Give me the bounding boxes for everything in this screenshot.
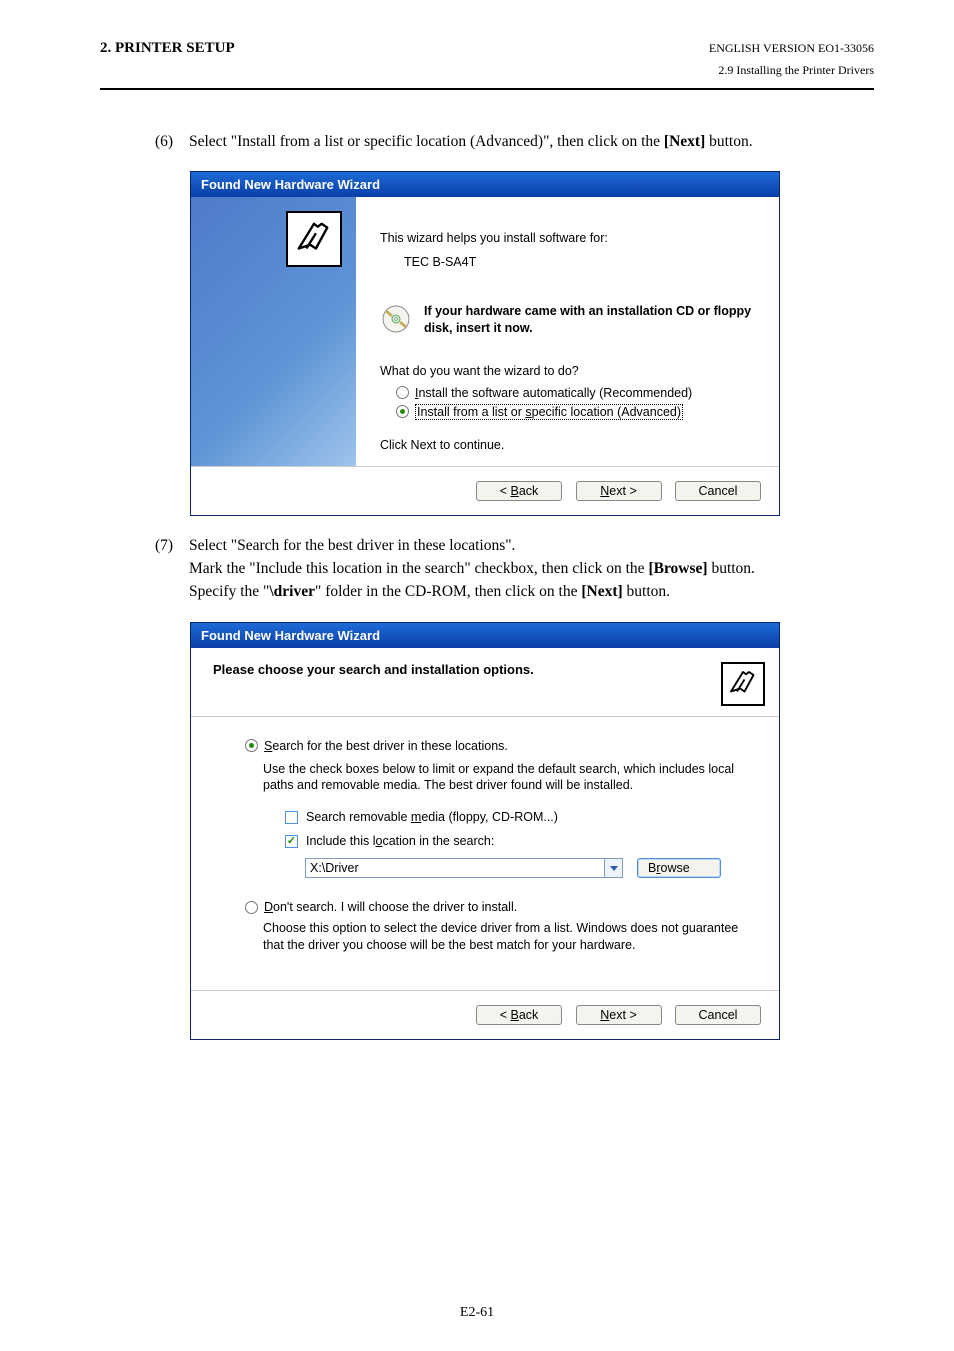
radio-dont-search-help: Choose this option to select the device …	[263, 920, 749, 954]
dialog1-intro: This wizard helps you install software f…	[380, 231, 755, 245]
dialog2-heading: Please choose your search and installati…	[213, 662, 534, 677]
radio-install-auto[interactable]: Install the software automatically (Reco…	[396, 386, 755, 400]
radio-install-advanced[interactable]: Install from a list or specific location…	[396, 404, 755, 420]
dialog-found-new-hardware-1: Found New Hardware Wizard This wizard he…	[190, 171, 780, 516]
hardware-icon	[286, 211, 342, 267]
dialog1-cd-text: If your hardware came with an installati…	[424, 303, 755, 336]
page-number: E2-61	[0, 1305, 954, 1321]
chevron-down-icon[interactable]	[605, 858, 623, 878]
step-6-text: Select "Install from a list or specific …	[189, 130, 874, 153]
step-6-number: (6)	[155, 130, 189, 153]
radio-icon	[245, 901, 258, 914]
dialog1-side-graphic	[191, 197, 356, 466]
dialog-found-new-hardware-2: Found New Hardware Wizard Please choose …	[190, 622, 780, 1041]
dialog2-titlebar: Found New Hardware Wizard	[191, 623, 779, 648]
checkbox-include-location[interactable]: ✓ Include this location in the search:	[285, 834, 749, 848]
browse-button[interactable]: Browse	[637, 858, 721, 878]
step-7-number: (7)	[155, 534, 189, 604]
step-6: (6) Select "Install from a list or speci…	[155, 130, 874, 153]
dialog1-question: What do you want the wizard to do?	[380, 364, 755, 378]
checkbox-icon	[285, 811, 298, 824]
radio-search-help: Use the check boxes below to limit or ex…	[263, 761, 749, 795]
location-path-input[interactable]	[305, 858, 605, 878]
section-title: 2. PRINTER SETUP	[100, 40, 235, 57]
dialog1-continue: Click Next to continue.	[380, 438, 755, 452]
hardware-icon	[721, 662, 765, 706]
radio-icon	[245, 739, 258, 752]
radio-dont-search[interactable]: Don't search. I will choose the driver t…	[245, 900, 749, 914]
dialog1-titlebar: Found New Hardware Wizard	[191, 172, 779, 197]
cd-icon	[380, 303, 412, 335]
checkbox-removable-media[interactable]: Search removable media (floppy, CD-ROM..…	[285, 810, 749, 824]
page-header: 2. PRINTER SETUP ENGLISH VERSION EO1-330…	[100, 40, 874, 57]
cancel-button[interactable]: Cancel	[675, 481, 761, 501]
version-text: ENGLISH VERSION EO1-33056	[709, 41, 874, 56]
step-7: (7) Select "Search for the best driver i…	[155, 534, 874, 604]
radio-search-best[interactable]: Search for the best driver in these loca…	[245, 739, 749, 753]
dialog1-product: TEC B-SA4T	[404, 255, 755, 269]
subsection-title: 2.9 Installing the Printer Drivers	[100, 63, 874, 78]
header-rule	[100, 88, 874, 90]
back-button[interactable]: < Back	[476, 1005, 562, 1025]
next-button[interactable]: Next >	[576, 1005, 662, 1025]
radio-icon	[396, 386, 409, 399]
step-7-text: Select "Search for the best driver in th…	[189, 534, 874, 604]
next-button[interactable]: Next >	[576, 481, 662, 501]
cancel-button[interactable]: Cancel	[675, 1005, 761, 1025]
back-button[interactable]: < Back	[476, 481, 562, 501]
radio-icon	[396, 405, 409, 418]
checkbox-icon: ✓	[285, 835, 298, 848]
